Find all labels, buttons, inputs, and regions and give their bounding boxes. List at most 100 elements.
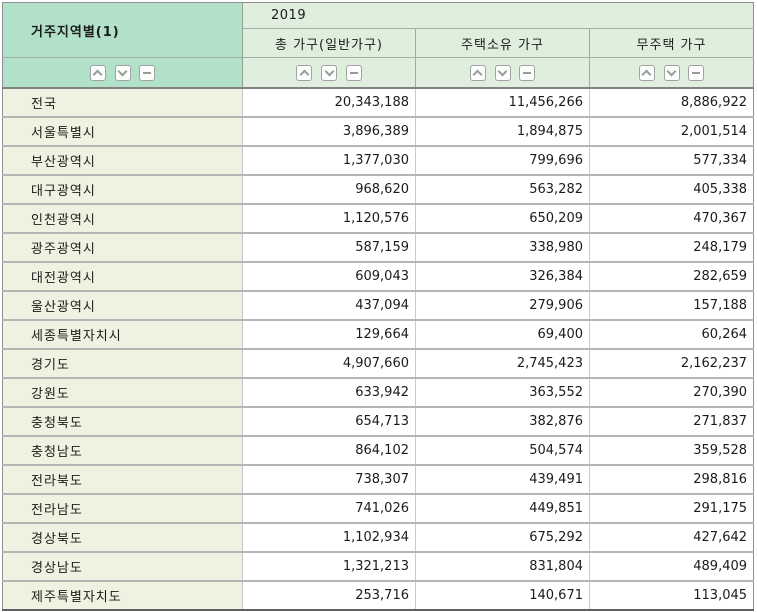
data-cell-total-households: 968,620 [242, 175, 416, 205]
data-cell-total-households: 3,896,389 [242, 117, 416, 147]
data-cell-non-homeowner-households: 248,179 [588, 233, 754, 263]
data-cell-homeowner-households: 449,851 [415, 494, 590, 524]
region-label: 세종특별자치시 [2, 320, 243, 350]
sort-controls-non-homeowner-households [588, 57, 754, 89]
data-cell-non-homeowner-households: 405,338 [588, 175, 754, 205]
chevron-down-icon [117, 66, 128, 76]
column-header-total-households: 총 가구(일반가구) [242, 28, 416, 58]
data-cell-homeowner-households: 675,292 [415, 523, 590, 553]
table-row: 인천광역시 1,120,576 650,209 470,367 [2, 204, 754, 234]
sort-descending-button[interactable] [663, 64, 680, 81]
sort-ascending-button[interactable] [638, 64, 655, 81]
region-label: 전라북도 [2, 465, 243, 495]
sort-clear-button[interactable] [519, 64, 536, 81]
region-label: 인천광역시 [2, 204, 243, 234]
table-row: 충청남도 864,102 504,574 359,528 [2, 436, 754, 466]
sort-controls-homeowner-households [415, 57, 590, 89]
table-row: 세종특별자치시 129,664 69,400 60,264 [2, 320, 754, 350]
table-row: 충청북도 654,713 382,876 271,837 [2, 407, 754, 437]
data-cell-non-homeowner-households: 271,837 [588, 407, 754, 437]
region-label: 울산광역시 [2, 291, 243, 321]
chevron-down-icon [497, 66, 508, 76]
data-cell-non-homeowner-households: 60,264 [588, 320, 754, 350]
chevron-down-icon [324, 66, 334, 76]
table-row: 강원도 633,942 363,552 270,390 [2, 378, 754, 408]
data-cell-homeowner-households: 69,400 [415, 320, 590, 350]
table-header: 거주지역별(1) 2019 총 가구(일반가구) 주택소유 가구 무주택 가구 [2, 2, 754, 89]
data-cell-homeowner-households: 799,696 [415, 146, 590, 176]
sort-ascending-button[interactable] [469, 64, 486, 81]
data-cell-total-households: 1,321,213 [242, 552, 416, 582]
sort-clear-button[interactable] [139, 64, 156, 81]
data-cell-non-homeowner-households: 298,816 [588, 465, 754, 495]
minus-icon [143, 71, 152, 74]
data-cell-non-homeowner-households: 282,659 [588, 262, 754, 292]
minus-icon [692, 71, 701, 74]
region-label: 광주광역시 [2, 233, 243, 263]
table-row: 제주특별자치도 253,716 140,671 113,045 [2, 581, 754, 611]
page: 거주지역별(1) 2019 총 가구(일반가구) 주택소유 가구 무주택 가구 [0, 0, 757, 611]
sort-ascending-button[interactable] [296, 64, 313, 81]
data-cell-total-households: 4,907,660 [242, 349, 416, 379]
data-cell-homeowner-households: 563,282 [415, 175, 590, 205]
data-cell-non-homeowner-households: 291,175 [588, 494, 754, 524]
data-cell-total-households: 1,102,934 [242, 523, 416, 553]
table-row: 부산광역시 1,377,030 799,696 577,334 [2, 146, 754, 176]
column-header-homeowner-households: 주택소유 가구 [415, 28, 590, 58]
sort-clear-button[interactable] [345, 64, 362, 81]
sort-descending-button[interactable] [494, 64, 511, 81]
minus-icon [349, 71, 358, 74]
region-label: 충청남도 [2, 436, 243, 466]
data-cell-homeowner-households: 140,671 [415, 581, 590, 611]
data-cell-total-households: 129,664 [242, 320, 416, 350]
data-cell-non-homeowner-households: 113,045 [588, 581, 754, 611]
data-cell-non-homeowner-households: 470,367 [588, 204, 754, 234]
chevron-down-icon [666, 66, 677, 76]
region-label: 부산광역시 [2, 146, 243, 176]
table-row: 경상북도 1,102,934 675,292 427,642 [2, 523, 754, 553]
data-cell-homeowner-households: 326,384 [415, 262, 590, 292]
sort-ascending-button[interactable] [89, 64, 106, 81]
data-cell-homeowner-households: 279,906 [415, 291, 590, 321]
minus-icon [523, 71, 532, 74]
region-label: 경상북도 [2, 523, 243, 553]
sort-descending-button[interactable] [114, 64, 131, 81]
chevron-up-icon [642, 69, 652, 79]
data-cell-homeowner-households: 363,552 [415, 378, 590, 408]
sort-controls-region [2, 57, 243, 89]
data-cell-homeowner-households: 439,491 [415, 465, 590, 495]
data-cell-homeowner-households: 2,745,423 [415, 349, 590, 379]
data-cell-total-households: 587,159 [242, 233, 416, 263]
sort-descending-button[interactable] [321, 64, 337, 81]
data-cell-total-households: 1,120,576 [242, 204, 416, 234]
data-cell-homeowner-households: 11,456,266 [415, 88, 590, 118]
table-body: 전국 20,343,188 11,456,266 8,886,922 서울특별시… [2, 88, 754, 611]
statistics-table: 거주지역별(1) 2019 총 가구(일반가구) 주택소유 가구 무주택 가구 [2, 2, 755, 611]
data-cell-non-homeowner-households: 8,886,922 [588, 88, 754, 118]
row-dimension-header: 거주지역별(1) [2, 2, 243, 58]
region-label: 충청북도 [2, 407, 243, 437]
data-cell-homeowner-households: 504,574 [415, 436, 590, 466]
region-label: 경상남도 [2, 552, 243, 582]
table-row: 전라북도 738,307 439,491 298,816 [2, 465, 754, 495]
data-cell-total-households: 609,043 [242, 262, 416, 292]
chevron-up-icon [473, 69, 483, 79]
region-label: 제주특별자치도 [2, 581, 243, 611]
data-cell-non-homeowner-households: 2,001,514 [588, 117, 754, 147]
table-row: 광주광역시 587,159 338,980 248,179 [2, 233, 754, 263]
sort-controls-total-households [242, 57, 416, 89]
region-label: 대구광역시 [2, 175, 243, 205]
data-cell-total-households: 864,102 [242, 436, 416, 466]
region-label: 대전광역시 [2, 262, 243, 292]
table-row: 울산광역시 437,094 279,906 157,188 [2, 291, 754, 321]
region-label: 서울특별시 [2, 117, 243, 147]
data-cell-non-homeowner-households: 2,162,237 [588, 349, 754, 379]
data-cell-total-households: 738,307 [242, 465, 416, 495]
table-row: 서울특별시 3,896,389 1,894,875 2,001,514 [2, 117, 754, 147]
data-cell-non-homeowner-households: 427,642 [588, 523, 754, 553]
sort-clear-button[interactable] [688, 64, 705, 81]
data-cell-homeowner-households: 831,804 [415, 552, 590, 582]
data-cell-non-homeowner-households: 270,390 [588, 378, 754, 408]
data-cell-total-households: 437,094 [242, 291, 416, 321]
region-label: 전국 [2, 88, 243, 118]
